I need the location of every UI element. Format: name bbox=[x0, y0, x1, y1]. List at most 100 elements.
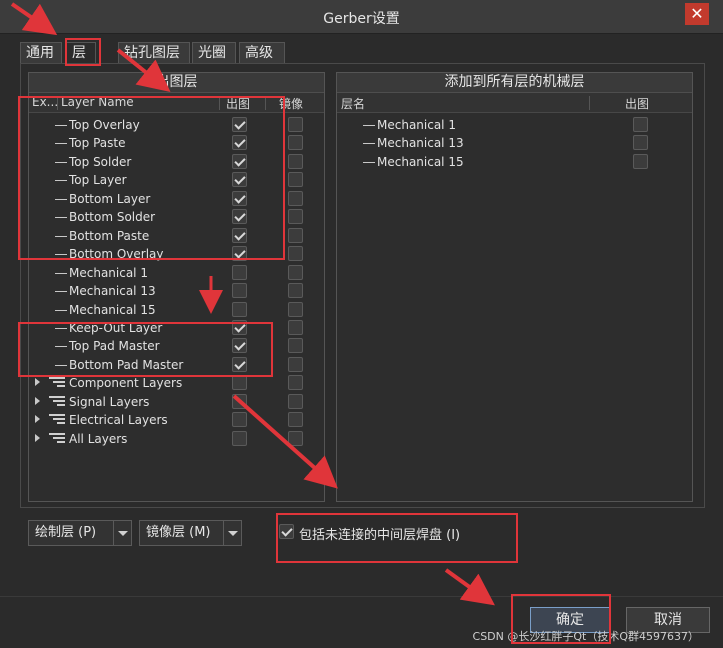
plot-checkbox[interactable] bbox=[232, 283, 247, 299]
plot-checkbox[interactable] bbox=[633, 135, 648, 151]
tree-line-icon bbox=[55, 161, 67, 163]
layer-group-name: Signal Layers bbox=[69, 394, 150, 409]
mirror-checkbox[interactable] bbox=[288, 172, 303, 188]
mirror-checkbox[interactable] bbox=[288, 227, 303, 243]
mirror-checkbox[interactable] bbox=[288, 209, 303, 225]
mechanical-layer-row[interactable]: Mechanical 13 bbox=[337, 134, 692, 152]
layer-name: Mechanical 15 bbox=[69, 302, 156, 317]
plot-checkbox[interactable] bbox=[232, 430, 247, 446]
tree-line-icon bbox=[55, 143, 67, 145]
tree-line-icon bbox=[363, 161, 375, 163]
plot-checkbox[interactable] bbox=[232, 135, 247, 151]
mirror-checkbox[interactable] bbox=[288, 412, 303, 428]
layer-name: Top Pad Master bbox=[69, 339, 160, 354]
plot-checkbox[interactable] bbox=[232, 117, 247, 132]
col-mirror[interactable]: 镜像 bbox=[279, 95, 303, 112]
mirror-checkbox[interactable] bbox=[288, 246, 303, 262]
layer-stack-icon bbox=[49, 395, 65, 409]
plot-checkbox[interactable] bbox=[232, 264, 247, 280]
layer-group-name: Component Layers bbox=[69, 376, 183, 391]
tab-advanced[interactable]: 高级 bbox=[239, 42, 285, 64]
col-plot-right[interactable]: 出图 bbox=[625, 95, 649, 112]
plot-checkbox[interactable] bbox=[232, 356, 247, 372]
plot-checkbox[interactable] bbox=[232, 393, 247, 409]
expand-arrow-icon[interactable] bbox=[35, 433, 40, 442]
plot-checkbox[interactable] bbox=[633, 117, 648, 132]
tab-apertures[interactable]: 光圈 bbox=[192, 42, 236, 64]
chevron-down-icon[interactable] bbox=[223, 521, 241, 545]
plot-checkbox[interactable] bbox=[232, 301, 247, 317]
tree-line-icon bbox=[363, 125, 375, 126]
layer-row[interactable]: Top Solder bbox=[29, 153, 324, 171]
plot-checkbox[interactable] bbox=[232, 338, 247, 354]
mirror-checkbox[interactable] bbox=[288, 190, 303, 206]
plot-checkbox[interactable] bbox=[232, 246, 247, 262]
col-plot[interactable]: 出图 bbox=[226, 95, 250, 112]
mechanical-layers-column-header: 层名 出图 bbox=[337, 93, 692, 113]
tree-line-icon bbox=[55, 291, 67, 293]
layer-row[interactable]: Mechanical 1 bbox=[29, 264, 324, 282]
mirror-checkbox[interactable] bbox=[288, 117, 303, 132]
plot-checkbox[interactable] bbox=[232, 319, 247, 335]
col-expand[interactable]: Ex... bbox=[32, 95, 58, 109]
layer-name: Top Overlay bbox=[69, 118, 140, 132]
mirror-checkbox[interactable] bbox=[288, 319, 303, 335]
layer-row[interactable]: Top Pad Master bbox=[29, 337, 324, 355]
tab-general[interactable]: 通用 bbox=[20, 42, 62, 64]
mirror-checkbox[interactable] bbox=[288, 301, 303, 317]
expand-arrow-icon[interactable] bbox=[35, 415, 40, 424]
plot-layers-label: 绘制层 (P) bbox=[35, 525, 97, 540]
layer-row[interactable]: Bottom Overlay bbox=[29, 245, 324, 263]
mirror-checkbox[interactable] bbox=[288, 338, 303, 354]
plot-checkbox[interactable] bbox=[232, 172, 247, 188]
plot-layers-button[interactable]: 绘制层 (P) bbox=[28, 520, 132, 546]
mechanical-layers-panel: 添加到所有层的机械层 层名 出图 Mechanical 1 Mechanical … bbox=[336, 72, 693, 502]
layer-group-row[interactable]: Component Layers bbox=[29, 374, 324, 392]
tree-line-icon bbox=[55, 198, 67, 200]
plot-checkbox[interactable] bbox=[232, 153, 247, 169]
chevron-down-icon[interactable] bbox=[113, 521, 131, 545]
tree-line-icon bbox=[55, 217, 67, 219]
output-layers-column-header: Ex... Layer Name 出图 镜像 bbox=[29, 93, 324, 113]
plot-checkbox[interactable] bbox=[232, 209, 247, 225]
layer-row[interactable]: Keep-Out Layer bbox=[29, 319, 324, 337]
include-unconnected-pads-checkbox[interactable] bbox=[279, 524, 294, 539]
col-layer-name-right[interactable]: 层名 bbox=[341, 95, 365, 112]
layer-row[interactable]: Bottom Layer bbox=[29, 190, 324, 208]
layer-group-row[interactable]: Electrical Layers bbox=[29, 411, 324, 429]
plot-checkbox[interactable] bbox=[232, 375, 247, 391]
mirror-checkbox[interactable] bbox=[288, 393, 303, 409]
plot-checkbox[interactable] bbox=[232, 190, 247, 206]
layer-group-row[interactable]: All Layers bbox=[29, 430, 324, 448]
expand-arrow-icon[interactable] bbox=[35, 378, 40, 387]
col-layer-name[interactable]: Layer Name bbox=[61, 95, 134, 109]
layer-row[interactable]: Top Layer bbox=[29, 171, 324, 189]
layer-row[interactable]: Mechanical 13 bbox=[29, 282, 324, 300]
layer-row[interactable]: Bottom Paste bbox=[29, 227, 324, 245]
plot-checkbox[interactable] bbox=[232, 412, 247, 428]
mirror-checkbox[interactable] bbox=[288, 375, 303, 391]
mirror-checkbox[interactable] bbox=[288, 153, 303, 169]
tab-drill-drawing[interactable]: 钻孔图层 bbox=[118, 42, 190, 64]
mirror-checkbox[interactable] bbox=[288, 135, 303, 151]
expand-arrow-icon[interactable] bbox=[35, 396, 40, 405]
layer-row[interactable]: Top Paste bbox=[29, 134, 324, 152]
layer-name: Top Paste bbox=[69, 136, 126, 151]
layer-row[interactable]: Mechanical 15 bbox=[29, 301, 324, 319]
mirror-checkbox[interactable] bbox=[288, 264, 303, 280]
mirror-checkbox[interactable] bbox=[288, 356, 303, 372]
layer-row[interactable]: Top Overlay bbox=[29, 116, 324, 134]
mechanical-layer-row[interactable]: Mechanical 1 bbox=[337, 116, 692, 134]
tab-layers[interactable]: 层 bbox=[66, 42, 96, 64]
layer-row[interactable]: Bottom Pad Master bbox=[29, 356, 324, 374]
close-button[interactable]: ✕ bbox=[685, 3, 709, 25]
plot-checkbox[interactable] bbox=[232, 227, 247, 243]
layer-group-row[interactable]: Signal Layers bbox=[29, 393, 324, 411]
plot-checkbox[interactable] bbox=[633, 153, 648, 169]
layer-stack-icon bbox=[49, 414, 65, 427]
mirror-checkbox[interactable] bbox=[288, 430, 303, 446]
mechanical-layer-row[interactable]: Mechanical 15 bbox=[337, 153, 692, 171]
mirror-layers-button[interactable]: 镜像层 (M) bbox=[139, 520, 242, 546]
layer-row[interactable]: Bottom Solder bbox=[29, 208, 324, 226]
mirror-checkbox[interactable] bbox=[288, 283, 303, 299]
